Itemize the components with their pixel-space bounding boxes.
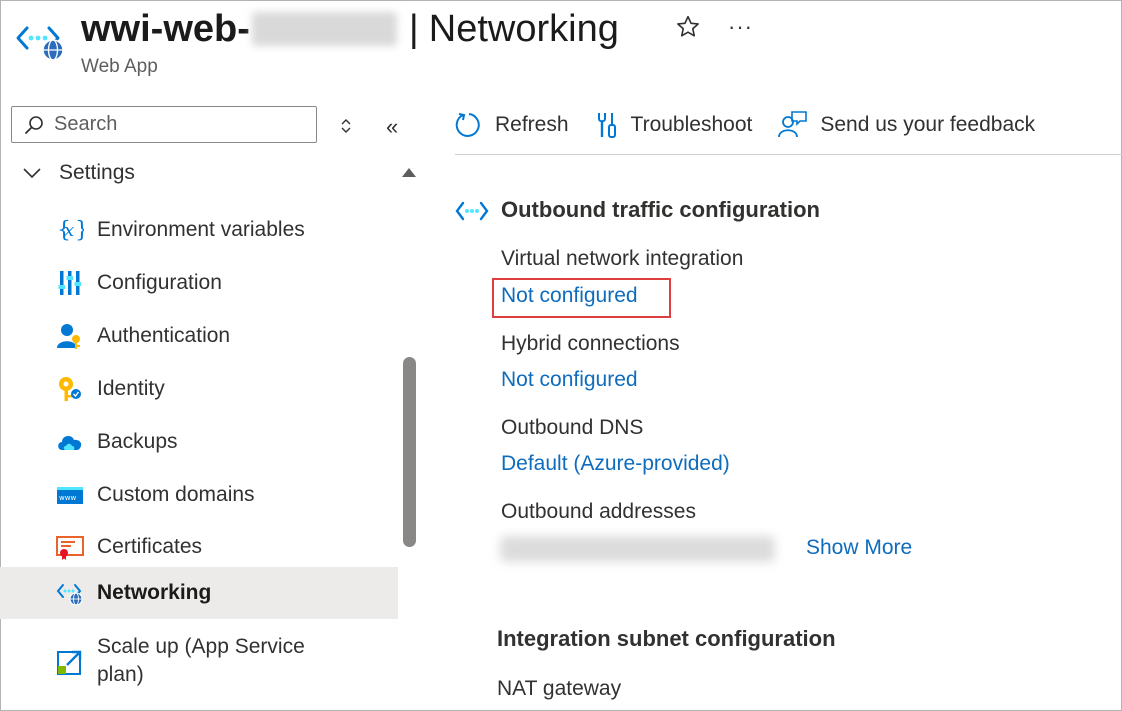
hybrid-connections-label: Hybrid connections	[501, 332, 680, 355]
svg-text:}: }	[75, 218, 84, 243]
refresh-button[interactable]: Refresh	[455, 111, 569, 139]
feedback-button[interactable]: Send us your feedback	[778, 110, 1035, 140]
sidebar-item-label: Identity	[97, 377, 165, 400]
command-bar: Refresh Troubleshoot Send us your feedba…	[455, 105, 1061, 145]
sidebar-item-networking[interactable]: Networking	[0, 567, 398, 619]
authentication-icon	[56, 322, 84, 350]
backups-icon	[56, 428, 84, 456]
sidebar-item-label: Backups	[97, 430, 178, 453]
feedback-label: Send us your feedback	[820, 113, 1036, 136]
search-input[interactable]	[52, 112, 306, 137]
svg-text:x: x	[64, 220, 74, 241]
vnet-integration-link[interactable]: Not configured	[501, 284, 638, 308]
sidebar-item-certificates[interactable]: Certificates	[0, 527, 398, 567]
networking-icon	[56, 579, 84, 607]
outbound-traffic-icon	[455, 199, 489, 228]
hybrid-connections-link[interactable]: Not configured	[501, 368, 638, 392]
sidebar-item-environment-variables[interactable]: { x } Environment variables	[0, 210, 398, 250]
refresh-label: Refresh	[495, 113, 569, 136]
redacted-resource-suffix	[251, 12, 397, 46]
chevron-down-icon	[23, 168, 41, 179]
toolbar-divider	[455, 154, 1122, 155]
nav-group-settings[interactable]: Settings	[0, 155, 398, 191]
sidebar-item-label: Networking	[97, 581, 212, 604]
sidebar-item-backups[interactable]: Backups	[0, 422, 398, 462]
custom-domains-icon: www	[56, 481, 84, 509]
sidebar-item-label: Authentication	[97, 324, 231, 347]
sidebar-item-label: Configuration	[97, 271, 222, 294]
sidebar-item-authentication[interactable]: Authentication	[0, 316, 398, 356]
sidebar-item-configuration[interactable]: Configuration	[0, 263, 398, 303]
sidebar-item-scale-up[interactable]: Scale up (App Service plan)	[0, 631, 398, 693]
sidebar-item-label: Environment variables	[97, 218, 305, 241]
sidebar-scrollbar-thumb[interactable]	[403, 357, 416, 547]
vnet-integration-label: Virtual network integration	[501, 247, 744, 270]
collapse-sidebar-icon[interactable]: «	[386, 114, 398, 140]
resource-name: wwi-web-	[81, 7, 250, 50]
sort-updown-icon[interactable]	[338, 117, 354, 140]
svg-text:www: www	[59, 494, 76, 502]
star-icon[interactable]	[675, 14, 701, 40]
scale-up-icon	[56, 648, 84, 676]
sidebar-item-custom-domains[interactable]: www Custom domains	[0, 475, 398, 515]
configuration-icon	[56, 269, 84, 297]
redacted-outbound-addresses	[500, 536, 775, 562]
troubleshoot-icon	[597, 113, 616, 138]
refresh-icon	[455, 113, 480, 137]
search-icon	[25, 115, 43, 134]
sidebar-item-label: Certificates	[97, 535, 203, 558]
troubleshoot-button[interactable]: Troubleshoot	[595, 111, 753, 139]
outbound-traffic-title: Outbound traffic configuration	[501, 197, 820, 222]
page-heading: wwi-web- | Networking	[81, 4, 619, 54]
sidebar-nav: Settings { x } Environment variables Con…	[0, 155, 400, 711]
identity-icon	[56, 375, 84, 403]
certificates-icon	[56, 533, 84, 561]
title-separator: |	[408, 7, 419, 50]
ellipsis-icon[interactable]: ···	[728, 14, 753, 40]
outbound-dns-link[interactable]: Default (Azure-provided)	[501, 452, 730, 476]
integration-subnet-title: Integration subnet configuration	[497, 626, 836, 651]
page-title: Networking	[428, 7, 619, 50]
nav-group-label: Settings	[59, 161, 135, 184]
sidebar-item-label: Scale up (App Service plan)	[97, 635, 305, 686]
outbound-addresses-label: Outbound addresses	[501, 500, 696, 523]
environment-variables-icon: { x }	[56, 216, 84, 244]
web-app-icon	[15, 22, 67, 62]
nat-gateway-label: NAT gateway	[497, 677, 622, 700]
troubleshoot-label: Troubleshoot	[630, 113, 753, 136]
resource-type-subtitle: Web App	[81, 56, 158, 77]
search-box[interactable]	[11, 106, 317, 143]
show-more-link[interactable]: Show More	[806, 536, 912, 560]
feedback-icon	[778, 111, 808, 138]
scroll-up-arrow[interactable]	[402, 168, 416, 177]
sidebar-item-identity[interactable]: Identity	[0, 369, 398, 409]
outbound-dns-label: Outbound DNS	[501, 416, 644, 439]
sidebar-item-label: Custom domains	[97, 483, 255, 506]
